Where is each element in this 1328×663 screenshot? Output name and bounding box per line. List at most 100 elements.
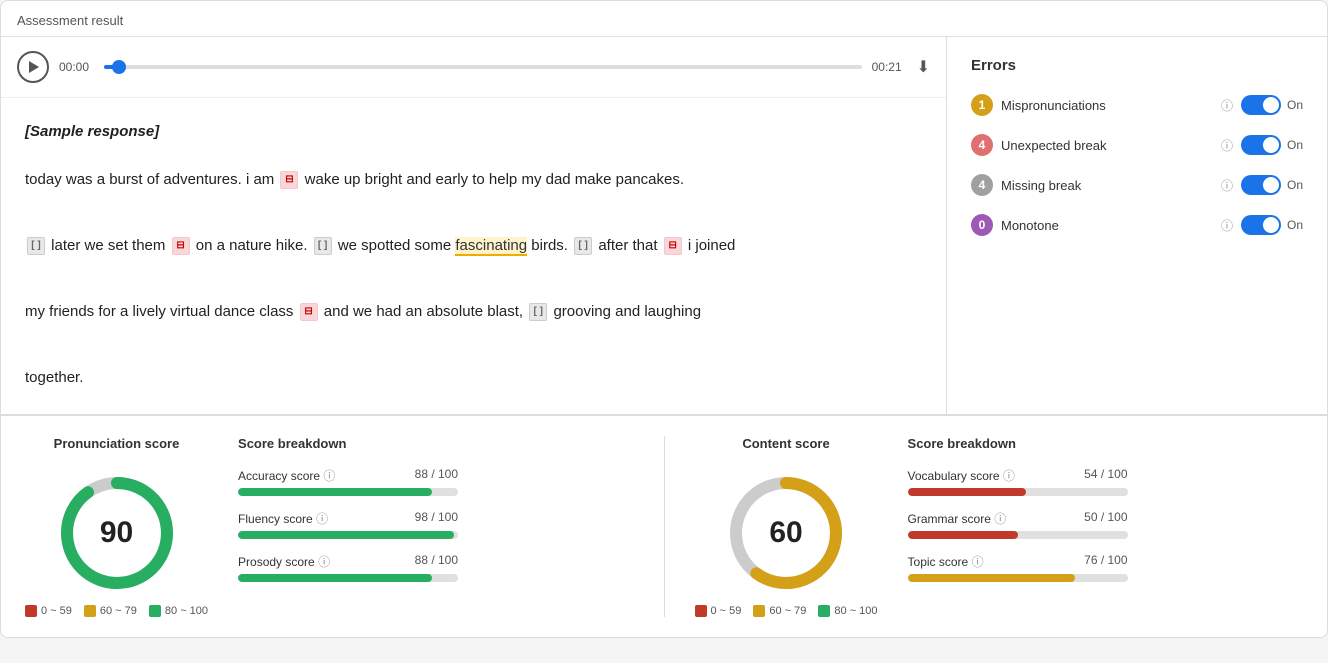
download-button[interactable]: ⬇ — [917, 57, 930, 77]
info-icon-fluency[interactable]: ⓘ — [316, 512, 328, 526]
toggle-monotone: On — [1241, 215, 1303, 235]
toggle-switch-monotone[interactable] — [1241, 215, 1281, 235]
fluency-bar-fill — [238, 531, 454, 539]
legend-item-red-pron: 0 ~ 59 — [25, 605, 72, 617]
audio-progress-bar[interactable] — [104, 65, 862, 69]
toggle-switch-mispronunciations[interactable] — [1241, 95, 1281, 115]
info-icon-monotone[interactable]: ⓘ — [1221, 217, 1233, 234]
content-score-panel: Content score 60 0 ~ 59 — [695, 436, 1304, 617]
topic-score-value: 76 / 100 — [1084, 553, 1127, 570]
legend-dot-yellow-content — [753, 605, 765, 617]
pronunciation-donut-chart: 90 — [57, 473, 177, 593]
error-label-mispronunciations: Mispronunciations — [1001, 98, 1213, 113]
audio-text-panel: 00:00 00:21 ⬇ [Sample response] today wa… — [1, 37, 947, 414]
text-content: [Sample response] today was a burst of a… — [1, 98, 946, 414]
info-icon-vocabulary[interactable]: ⓘ — [1003, 469, 1015, 483]
error-row-unexpected-break: 4 Unexpected break ⓘ On — [971, 134, 1303, 156]
text-segment-3: later we set them — [51, 237, 169, 254]
accuracy-bar-track — [238, 488, 458, 496]
play-icon — [29, 61, 39, 73]
content-score-circle-area: Content score 60 0 ~ 59 — [695, 436, 878, 617]
error-row-missing-break: 4 Missing break ⓘ On — [971, 174, 1303, 196]
vocabulary-score-row: Vocabulary score ⓘ 54 / 100 — [908, 467, 1128, 496]
grammar-bar-track — [908, 531, 1128, 539]
errors-title: Errors — [971, 57, 1303, 74]
grammar-score-row: Grammar score ⓘ 50 / 100 — [908, 510, 1128, 539]
sample-text-body: today was a burst of adventures. i am ⊟ … — [25, 163, 922, 394]
info-icon-prosody[interactable]: ⓘ — [318, 555, 330, 569]
accuracy-score-header: Accuracy score ⓘ 88 / 100 — [238, 467, 458, 484]
fluency-score-value: 98 / 100 — [415, 510, 458, 527]
pronunciation-legend: 0 ~ 59 60 ~ 79 80 ~ 100 — [25, 605, 208, 617]
info-icon-grammar[interactable]: ⓘ — [994, 512, 1006, 526]
highlighted-word-fascinating: fascinating — [455, 237, 527, 256]
toggle-missing-break: On — [1241, 175, 1303, 195]
accuracy-bar-fill — [238, 488, 432, 496]
text-segment-9: my friends for a lively virtual dance cl… — [25, 303, 298, 320]
info-icon-topic[interactable]: ⓘ — [972, 555, 984, 569]
accuracy-score-value: 88 / 100 — [415, 467, 458, 484]
content-score-title: Content score — [742, 436, 829, 451]
legend-item-red-content: 0 ~ 59 — [695, 605, 742, 617]
errors-panel: Errors 1 Mispronunciations ⓘ On 4 Unexpe… — [947, 37, 1327, 414]
vocabulary-score-header: Vocabulary score ⓘ 54 / 100 — [908, 467, 1128, 484]
time-start: 00:00 — [59, 60, 94, 74]
text-segment-10: and we had an absolute blast, — [324, 303, 527, 320]
pronunciation-score-breakdown: Score breakdown Accuracy score ⓘ 88 / 10… — [238, 436, 458, 596]
prosody-bar-track — [238, 574, 458, 582]
toggle-mispronunciations: On — [1241, 95, 1303, 115]
vocabulary-bar-track — [908, 488, 1128, 496]
toggle-label-mispronunciations: On — [1287, 98, 1303, 112]
prosody-score-label: Prosody score ⓘ — [238, 553, 330, 570]
topic-bar-fill — [908, 574, 1075, 582]
legend-item-yellow-content: 60 ~ 79 — [753, 605, 806, 617]
fluency-bar-track — [238, 531, 458, 539]
text-segment-5: we spotted some — [338, 237, 456, 254]
sample-label: [Sample response] — [25, 118, 922, 147]
toggle-switch-unexpected-break[interactable] — [1241, 135, 1281, 155]
text-segment-4: on a nature hike. — [196, 237, 312, 254]
info-icon-unexpected-break[interactable]: ⓘ — [1221, 137, 1233, 154]
legend-item-green-content: 80 ~ 100 — [818, 605, 877, 617]
page-title: Assessment result — [1, 1, 1327, 37]
grammar-bar-fill — [908, 531, 1018, 539]
error-badge-monotone: 0 — [971, 214, 993, 236]
missing-break-3: [ ] — [574, 237, 592, 255]
prosody-bar-fill — [238, 574, 432, 582]
toggle-label-missing-break: On — [1287, 178, 1303, 192]
legend-item-yellow-pron: 60 ~ 79 — [84, 605, 137, 617]
topic-score-label: Topic score ⓘ — [908, 553, 984, 570]
info-icon-accuracy[interactable]: ⓘ — [323, 469, 335, 483]
info-icon-missing-break[interactable]: ⓘ — [1221, 177, 1233, 194]
time-end: 00:21 — [872, 60, 907, 74]
pronunciation-score-panel: Pronunciation score 90 0 ~ 59 — [25, 436, 634, 617]
content-legend: 0 ~ 59 60 ~ 79 80 ~ 100 — [695, 605, 878, 617]
text-segment-12: together. — [25, 369, 83, 386]
legend-label-red-content: 0 ~ 59 — [711, 605, 742, 617]
toggle-switch-missing-break[interactable] — [1241, 175, 1281, 195]
progress-thumb — [112, 60, 126, 74]
error-badge-missing-break: 4 — [971, 174, 993, 196]
accuracy-score-label: Accuracy score ⓘ — [238, 467, 335, 484]
grammar-score-label: Grammar score ⓘ — [908, 510, 1007, 527]
top-section: 00:00 00:21 ⬇ [Sample response] today wa… — [1, 37, 1327, 415]
prosody-score-value: 88 / 100 — [415, 553, 458, 570]
error-row-monotone: 0 Monotone ⓘ On — [971, 214, 1303, 236]
topic-score-row: Topic score ⓘ 76 / 100 — [908, 553, 1128, 582]
play-button[interactable] — [17, 51, 49, 83]
text-segment-1: today was a burst of adventures. i am — [25, 171, 278, 188]
vocabulary-bar-fill — [908, 488, 1027, 496]
pronunciation-score-circle-area: Pronunciation score 90 0 ~ 59 — [25, 436, 208, 617]
unexpected-break-1: ⊟ — [280, 171, 298, 189]
content-score-breakdown: Score breakdown Vocabulary score ⓘ 54 / … — [908, 436, 1128, 596]
legend-item-green-pron: 80 ~ 100 — [149, 605, 208, 617]
error-label-missing-break: Missing break — [1001, 178, 1213, 193]
toggle-label-monotone: On — [1287, 218, 1303, 232]
legend-label-yellow-content: 60 ~ 79 — [769, 605, 806, 617]
vocabulary-score-value: 54 / 100 — [1084, 467, 1127, 484]
toggle-label-unexpected-break: On — [1287, 138, 1303, 152]
missing-break-2: [ ] — [314, 237, 332, 255]
prosody-score-header: Prosody score ⓘ 88 / 100 — [238, 553, 458, 570]
vocabulary-score-label: Vocabulary score ⓘ — [908, 467, 1015, 484]
info-icon-mispronunciations[interactable]: ⓘ — [1221, 97, 1233, 114]
